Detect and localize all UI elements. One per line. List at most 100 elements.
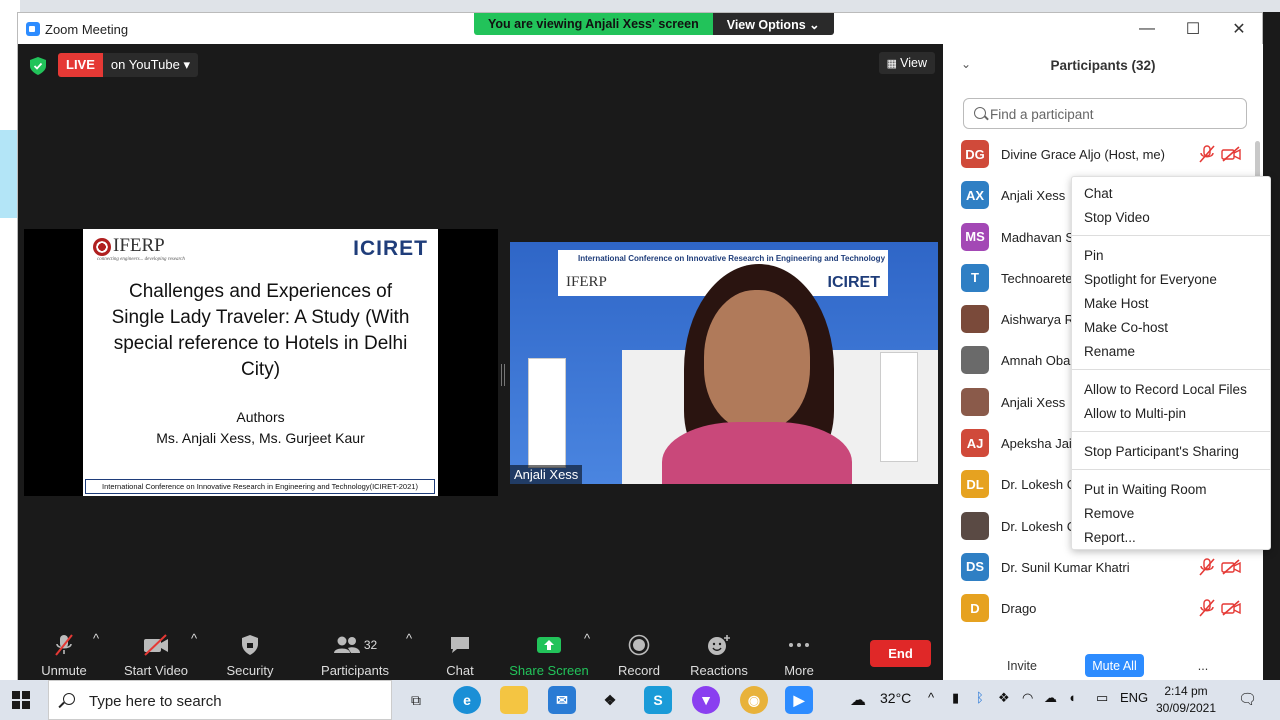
- close-button[interactable]: ✕: [1216, 13, 1262, 45]
- mic-muted-icon[interactable]: [1199, 145, 1215, 163]
- invite-button[interactable]: Invite: [993, 654, 1051, 677]
- video-options-caret[interactable]: ^: [189, 631, 199, 646]
- file-explorer-icon[interactable]: [500, 686, 528, 714]
- speaker-video[interactable]: International Conference on Innovative R…: [510, 242, 938, 484]
- more-dots-icon: [789, 643, 809, 647]
- menu-allow-multipin[interactable]: Allow to Multi-pin: [1072, 401, 1270, 425]
- participant-avatar: AJ: [961, 429, 989, 458]
- windows-start-icon[interactable]: [12, 691, 30, 709]
- participant-name: Divine Grace Aljo (Host, me): [1001, 147, 1165, 162]
- menu-spotlight[interactable]: Spotlight for Everyone: [1072, 267, 1270, 291]
- background-browser-strip: [0, 0, 1280, 12]
- edge-browser-icon[interactable]: e: [453, 686, 481, 714]
- video-off-icon[interactable]: [1221, 559, 1241, 575]
- notifications-icon[interactable]: 🗨: [1238, 690, 1257, 708]
- record-label: Record: [618, 663, 660, 678]
- menu-remove[interactable]: Remove: [1072, 501, 1270, 525]
- task-view-icon[interactable]: ⧉: [402, 686, 430, 714]
- mic-muted-icon[interactable]: [1199, 558, 1215, 576]
- maximize-button[interactable]: ☐: [1170, 13, 1216, 45]
- taskbar-clock[interactable]: 2:14 pm 30/09/2021: [1155, 683, 1217, 717]
- participant-row[interactable]: D Drago: [943, 588, 1253, 629]
- mail-icon[interactable]: ✉: [548, 686, 576, 714]
- menu-report[interactable]: Report...: [1072, 525, 1270, 549]
- video-off-icon[interactable]: [1221, 600, 1241, 616]
- view-layout-label: View: [900, 56, 927, 70]
- video-off-icon[interactable]: [1221, 146, 1241, 162]
- menu-stop-sharing[interactable]: Stop Participant's Sharing: [1072, 439, 1270, 463]
- speaker-figure: [662, 264, 852, 484]
- weather-cloud-icon[interactable]: ☁: [850, 690, 866, 710]
- dropbox-icon[interactable]: ❖: [596, 686, 624, 714]
- menu-rename[interactable]: Rename: [1072, 339, 1270, 363]
- chat-bubble-icon: [451, 637, 469, 653]
- microphone-muted-icon: [55, 634, 73, 656]
- participant-row[interactable]: DG Divine Grace Aljo (Host, me): [943, 134, 1253, 175]
- taskbar-search[interactable]: Type here to search: [48, 680, 392, 720]
- participant-avatar: DS: [961, 552, 989, 581]
- share-screen-button[interactable]: Share Screen: [504, 631, 594, 678]
- start-video-button[interactable]: Start Video: [111, 631, 201, 678]
- meeting-toolbar: Unmute ^ Start Video ^ Security 32 Parti…: [18, 631, 943, 681]
- encryption-shield-icon[interactable]: [30, 57, 46, 75]
- view-layout-button[interactable]: ▦ View: [878, 52, 935, 74]
- zoom-logo-icon: [26, 22, 40, 36]
- menu-chat[interactable]: Chat: [1072, 181, 1270, 205]
- minimize-button[interactable]: —: [1124, 13, 1170, 45]
- menu-allow-record[interactable]: Allow to Record Local Files: [1072, 377, 1270, 401]
- meeting-stage: LIVE on YouTube ▾ ▦ View IFERP connecting…: [18, 44, 943, 681]
- temperature-label[interactable]: 32°C: [880, 690, 911, 706]
- bluetooth-icon[interactable]: ᛒ: [976, 690, 984, 705]
- record-icon: [628, 634, 650, 656]
- view-options-button[interactable]: View Options ⌄: [712, 13, 834, 35]
- menu-pin[interactable]: Pin: [1072, 243, 1270, 267]
- share-options-caret[interactable]: ^: [582, 631, 592, 646]
- vpn-app-icon[interactable]: ▼: [692, 686, 720, 714]
- menu-make-host[interactable]: Make Host: [1072, 291, 1270, 315]
- participants-options-caret[interactable]: ^: [404, 631, 414, 646]
- volume-icon[interactable]: ◖: [1068, 690, 1076, 705]
- battery-icon[interactable]: ▭: [1096, 690, 1108, 706]
- language-indicator[interactable]: ENG: [1120, 690, 1148, 705]
- audio-options-caret[interactable]: ^: [91, 631, 101, 646]
- wifi-icon[interactable]: ◠: [1022, 690, 1033, 706]
- zoom-taskbar-icon[interactable]: ▶: [785, 686, 813, 714]
- chat-button[interactable]: Chat: [415, 631, 505, 678]
- menu-waiting-room[interactable]: Put in Waiting Room: [1072, 477, 1270, 501]
- participant-search-input[interactable]: [990, 104, 1240, 124]
- participant-name: Amnah Oba: [1001, 353, 1071, 369]
- participant-avatar: T: [961, 263, 989, 292]
- participants-button[interactable]: 32 Participants: [310, 631, 400, 678]
- mic-muted-icon[interactable]: [1199, 599, 1215, 617]
- search-icon: [974, 107, 986, 119]
- participant-avatar: DL: [961, 470, 989, 499]
- dropbox-tray-icon[interactable]: ❖: [998, 690, 1010, 706]
- grid-icon: ▦: [886, 58, 901, 70]
- security-button[interactable]: Security: [205, 631, 295, 678]
- participant-name: Anjali Xess: [1001, 394, 1066, 410]
- participant-row[interactable]: DS Dr. Sunil Kumar Khatri: [943, 547, 1253, 588]
- reactions-button[interactable]: Reactions: [674, 631, 764, 678]
- participant-name: Apeksha Jain: [1001, 436, 1080, 452]
- security-label: Security: [226, 663, 274, 678]
- chrome-icon[interactable]: ◉: [740, 686, 768, 714]
- mute-all-button[interactable]: Mute All: [1085, 654, 1144, 677]
- panel-more-button[interactable]: ...: [1193, 654, 1213, 677]
- menu-separator: [1072, 369, 1270, 370]
- split-divider-handle[interactable]: [501, 364, 505, 386]
- show-hidden-icons-chevron-icon[interactable]: ^: [928, 690, 934, 705]
- menu-stop-video[interactable]: Stop Video: [1072, 205, 1270, 229]
- live-stream-indicator[interactable]: LIVE on YouTube ▾: [58, 53, 198, 77]
- end-meeting-button[interactable]: End: [870, 640, 931, 667]
- onedrive-icon[interactable]: ☁: [1044, 690, 1057, 706]
- more-button[interactable]: More: [754, 631, 844, 678]
- participant-avatar: AX: [961, 181, 989, 210]
- menu-make-cohost[interactable]: Make Co-host: [1072, 315, 1270, 339]
- participant-search[interactable]: [963, 98, 1247, 129]
- record-button[interactable]: Record: [594, 631, 684, 678]
- shared-screen: IFERP connecting engineers... developing …: [24, 229, 498, 496]
- usb-icon[interactable]: ▮: [952, 690, 959, 706]
- live-platform-dropdown[interactable]: on YouTube ▾: [102, 53, 198, 77]
- menu-separator: [1072, 431, 1270, 432]
- skype-icon[interactable]: S: [644, 686, 672, 714]
